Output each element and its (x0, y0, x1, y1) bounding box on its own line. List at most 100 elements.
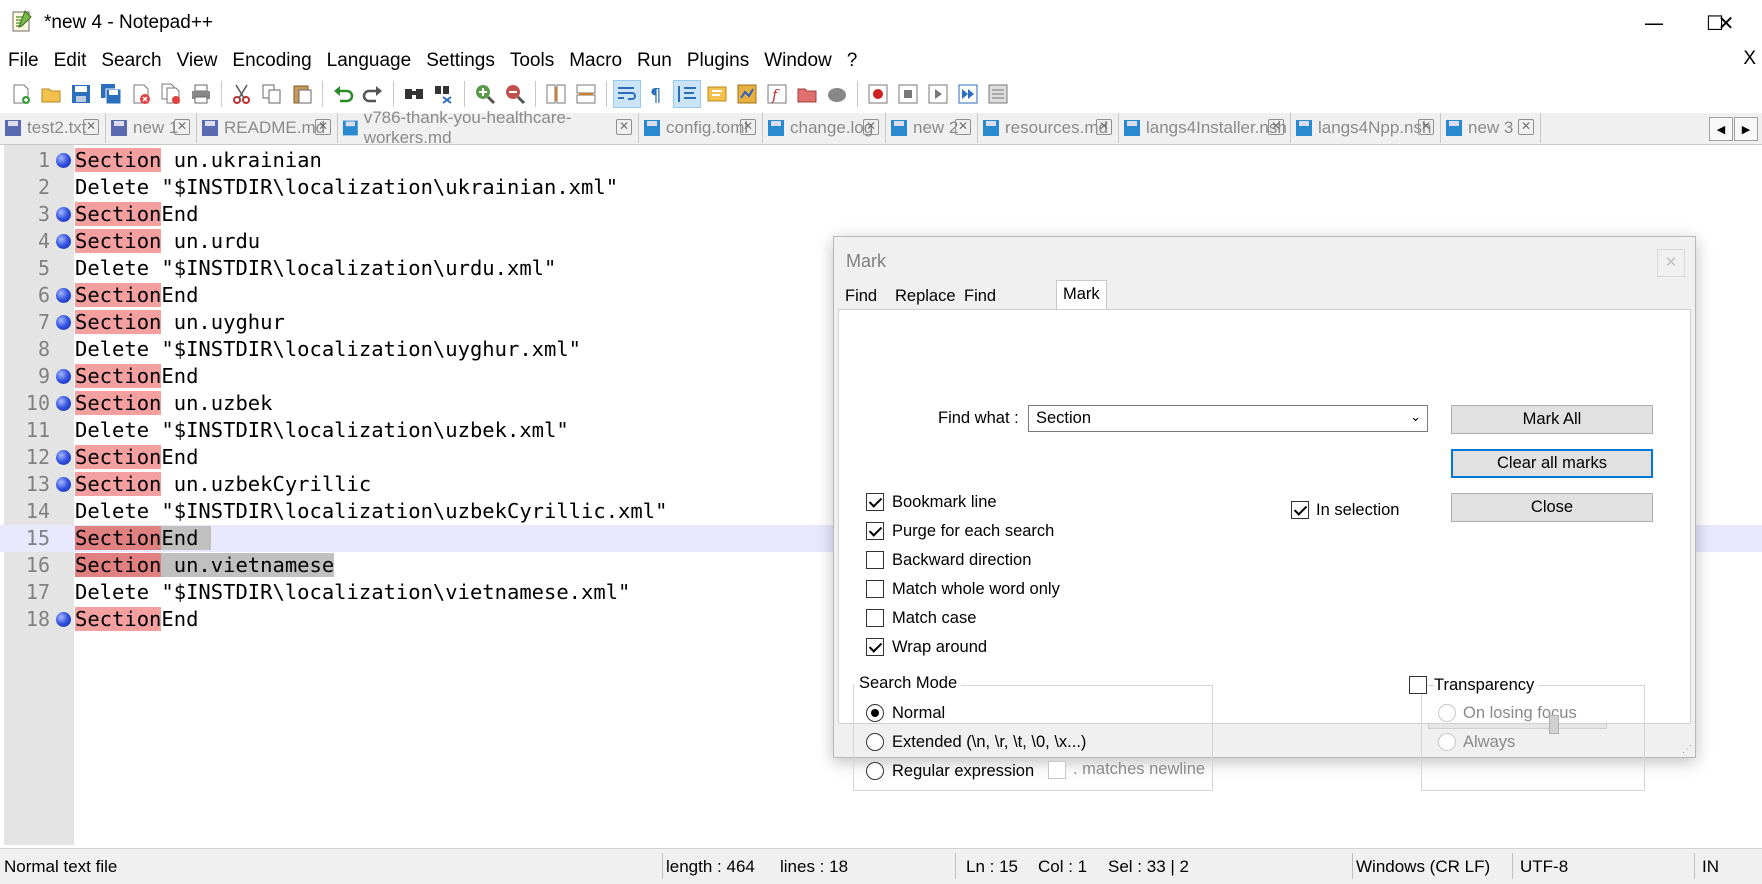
menu-settings[interactable]: Settings (418, 50, 502, 72)
purge-each-search-checkbox[interactable] (866, 522, 884, 540)
close-button[interactable]: Close (1451, 493, 1653, 522)
tab-new-3[interactable]: new 3 ✕ (1441, 113, 1541, 143)
undo-icon[interactable] (330, 81, 356, 107)
folder-as-workspace-icon[interactable] (794, 81, 820, 107)
code-line[interactable]: 1 Section un.ukrainian (0, 147, 1762, 174)
search-mode-regex-radio[interactable] (866, 762, 884, 780)
bookmark-icon[interactable] (56, 207, 71, 222)
menu-help[interactable]: ? (839, 50, 865, 72)
function-list-icon[interactable]: f (764, 81, 790, 107)
find-icon[interactable] (401, 81, 427, 107)
tab-close-icon[interactable]: ✕ (955, 119, 971, 135)
on-losing-focus-radio[interactable] (1438, 704, 1456, 722)
backward-direction-checkbox[interactable] (866, 551, 884, 569)
tab-close-icon[interactable]: ✕ (616, 119, 632, 135)
tab-readme-md[interactable]: README.md ✕ (197, 113, 338, 143)
show-all-characters-icon[interactable]: ¶ (644, 81, 670, 107)
document-map-icon[interactable] (734, 81, 760, 107)
minimize-button[interactable]: — (1618, 0, 1690, 46)
zoom-out-icon[interactable] (502, 81, 528, 107)
transparency-slider[interactable] (1428, 723, 1607, 729)
stop-macro-icon[interactable] (895, 81, 921, 107)
tab-close-icon[interactable]: ✕ (1096, 119, 1112, 135)
record-macro-icon[interactable] (865, 81, 891, 107)
tab-new-2[interactable]: new 2 ✕ (886, 113, 978, 143)
redo-icon[interactable] (360, 81, 386, 107)
mark-all-button[interactable]: Mark All (1451, 405, 1653, 434)
save-all-icon[interactable] (98, 81, 124, 107)
menu-language[interactable]: Language (319, 50, 419, 72)
tab-config-toml[interactable]: config.toml ✕ (639, 113, 763, 143)
bookmark-icon[interactable] (56, 234, 71, 249)
wrap-around-checkbox[interactable] (866, 638, 884, 656)
find-what-combo[interactable]: Section ⌄ (1028, 405, 1428, 432)
bookmark-icon[interactable] (56, 288, 71, 303)
tab-close-icon[interactable]: ✕ (740, 119, 756, 135)
zoom-in-icon[interactable] (472, 81, 498, 107)
user-defined-language-icon[interactable] (704, 81, 730, 107)
tab-close-icon[interactable]: ✕ (1418, 119, 1434, 135)
always-radio[interactable] (1438, 733, 1456, 751)
code-line[interactable]: 2 Delete "$INSTDIR\localization\ukrainian… (0, 174, 1762, 201)
tab-langs4npp-nsh[interactable]: langs4Npp.nsh ✕ (1291, 113, 1441, 143)
print-icon[interactable] (188, 81, 214, 107)
tab-scroll-right-icon[interactable]: ▶ (1734, 117, 1758, 141)
indent-guide-icon[interactable] (673, 80, 701, 108)
paste-icon[interactable] (289, 81, 315, 107)
run-macro-multiple-icon[interactable] (955, 81, 981, 107)
dialog-close-icon[interactable]: ✕ (1657, 249, 1685, 277)
bookmark-icon[interactable] (56, 369, 71, 384)
open-file-icon[interactable] (38, 81, 64, 107)
bookmark-icon[interactable] (56, 315, 71, 330)
menu-encoding[interactable]: Encoding (224, 50, 318, 72)
menu-run[interactable]: Run (629, 50, 679, 72)
transparency-checkbox[interactable] (1409, 676, 1427, 694)
cut-icon[interactable] (229, 81, 255, 107)
sync-vertical-icon[interactable] (543, 81, 569, 107)
tab-scroll-left-icon[interactable]: ◀ (1709, 117, 1733, 141)
match-case-checkbox[interactable] (866, 609, 884, 627)
tab-find-in-files[interactable]: Find in Files (957, 282, 1006, 357)
word-wrap-icon[interactable] (613, 80, 641, 108)
menu-tools[interactable]: Tools (502, 50, 561, 72)
new-file-icon[interactable] (8, 81, 34, 107)
menu-plugins[interactable]: Plugins (679, 50, 756, 72)
bookmark-icon[interactable] (56, 477, 71, 492)
bookmark-icon[interactable] (56, 450, 71, 465)
bookmark-icon[interactable] (56, 396, 71, 411)
tab-replace[interactable]: Replace (888, 282, 963, 310)
close-file-icon[interactable] (128, 81, 154, 107)
search-mode-extended-radio[interactable] (866, 733, 884, 751)
tab-close-icon[interactable]: ✕ (863, 119, 879, 135)
monitoring-icon[interactable] (824, 81, 850, 107)
tab-resources-md[interactable]: resources.md ✕ (978, 113, 1119, 143)
matches-newline-checkbox[interactable] (1048, 761, 1066, 779)
sync-horizontal-icon[interactable] (573, 81, 599, 107)
menu-macro[interactable]: Macro (561, 50, 629, 72)
play-macro-icon[interactable] (925, 81, 951, 107)
tab-change-log[interactable]: change.log ✕ (763, 113, 886, 143)
bookmark-line-checkbox[interactable] (866, 493, 884, 511)
close-document-button[interactable]: X (1743, 48, 1756, 70)
tab-close-icon[interactable]: ✕ (1268, 119, 1284, 135)
save-icon[interactable] (68, 81, 94, 107)
match-whole-word-checkbox[interactable] (866, 580, 884, 598)
tab-mark[interactable]: Mark (1056, 280, 1107, 311)
tab-new-1[interactable]: new 1 ✕ (106, 113, 197, 143)
transparency-slider-thumb[interactable] (1549, 715, 1560, 734)
menu-view[interactable]: View (169, 50, 225, 72)
save-macro-icon[interactable] (985, 81, 1011, 107)
tab-test2-txt[interactable]: test2.txt ✕ (0, 113, 106, 143)
in-selection-checkbox[interactable] (1291, 501, 1309, 519)
tab-close-icon[interactable]: ✕ (83, 119, 99, 135)
tab-langs4installer-nsh[interactable]: langs4Installer.nsh ✕ (1119, 113, 1291, 143)
close-window-button[interactable]: ✕ (1690, 0, 1762, 46)
tab-find[interactable]: Find (838, 282, 884, 310)
replace-icon[interactable] (431, 81, 457, 107)
bookmark-icon[interactable] (56, 612, 71, 627)
tab-v786-thank-you[interactable]: v786-thank-you-healthcare-workers.md ✕ (338, 108, 639, 147)
bookmark-icon[interactable] (56, 153, 71, 168)
menu-window[interactable]: Window (756, 50, 839, 72)
copy-icon[interactable] (259, 81, 285, 107)
tab-close-icon[interactable]: ✕ (315, 119, 331, 135)
